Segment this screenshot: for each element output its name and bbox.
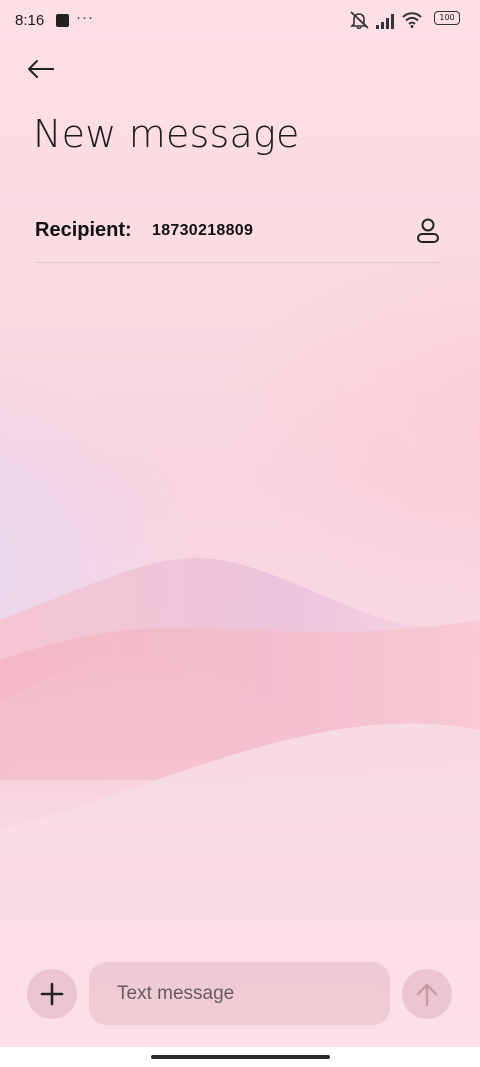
arrow-left-icon bbox=[28, 60, 54, 78]
divider bbox=[35, 262, 440, 263]
back-button[interactable] bbox=[22, 52, 60, 86]
battery-icon: 100 bbox=[434, 11, 460, 25]
contacts-button[interactable] bbox=[413, 216, 443, 246]
person-icon bbox=[417, 218, 439, 243]
message-input[interactable] bbox=[89, 962, 390, 1025]
mute-icon bbox=[350, 11, 370, 34]
send-button[interactable] bbox=[402, 969, 452, 1019]
recipient-row[interactable]: Recipient: 18730218809 bbox=[35, 208, 445, 252]
recipient-label: Recipient: bbox=[35, 219, 132, 241]
navigation-bar bbox=[0, 1047, 480, 1067]
page-title: New message bbox=[33, 112, 300, 156]
more-notifications-icon: ··· bbox=[76, 9, 94, 26]
wifi-icon bbox=[402, 12, 422, 33]
status-icons: 100 bbox=[350, 11, 460, 31]
status-time: 8:16 bbox=[15, 12, 45, 29]
recipient-input[interactable]: 18730218809 bbox=[152, 222, 253, 240]
notification-square-icon bbox=[56, 14, 69, 27]
home-indicator[interactable] bbox=[151, 1055, 330, 1059]
arrow-up-icon bbox=[416, 983, 438, 1007]
wallpaper-background bbox=[0, 0, 480, 1067]
dunes-illustration bbox=[0, 557, 480, 1067]
status-bar: 8:16 ··· 100 bbox=[0, 0, 480, 44]
signal-icon bbox=[376, 13, 396, 34]
plus-icon bbox=[40, 982, 64, 1006]
add-attachment-button[interactable] bbox=[27, 969, 77, 1019]
